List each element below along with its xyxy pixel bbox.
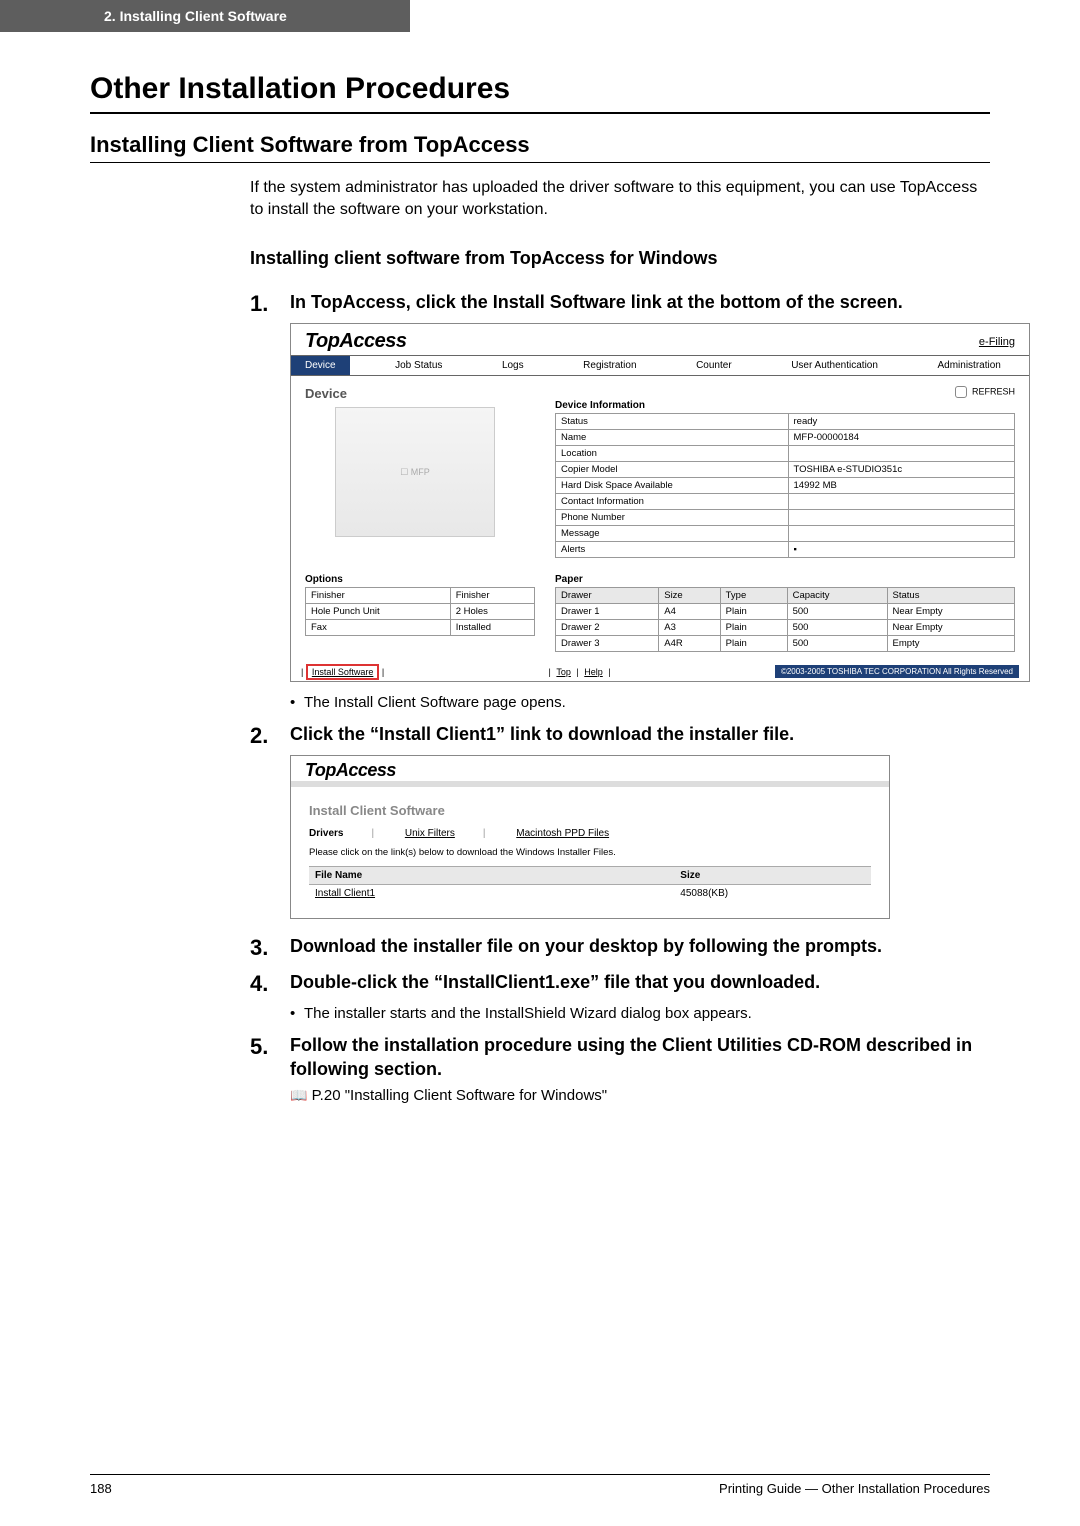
device-section-title: Device bbox=[305, 386, 535, 401]
paper-table: Drawer Size Type Capacity Status Drawer … bbox=[555, 587, 1015, 652]
copyright-text: ©2003-2005 TOSHIBA TEC CORPORATION All R… bbox=[775, 665, 1019, 678]
paper-title: Paper bbox=[555, 574, 1015, 585]
ics-file-table: File Name Size Install Client1 45088(KB) bbox=[309, 866, 871, 902]
table-row: Message bbox=[556, 526, 1015, 542]
refresh-button[interactable]: REFRESH bbox=[555, 386, 1015, 398]
step-5-reference: 📖 P.20 "Installing Client Software for W… bbox=[290, 1087, 990, 1104]
table-row: Location bbox=[556, 446, 1015, 462]
install-client1-link[interactable]: Install Client1 bbox=[309, 885, 674, 903]
file-size: 45088(KB) bbox=[674, 885, 871, 903]
printer-image-placeholder: ☐ MFP bbox=[335, 407, 495, 537]
page-footer: 188 Printing Guide — Other Installation … bbox=[90, 1474, 990, 1496]
step-text: Follow the installation procedure using … bbox=[290, 1034, 990, 1081]
step-2: 2. Click the “Install Client1” link to d… bbox=[250, 723, 990, 749]
refresh-icon bbox=[955, 386, 967, 398]
table-row: Drawer 2A3Plain500Near Empty bbox=[556, 620, 1015, 636]
tab-registration[interactable]: Registration bbox=[569, 356, 650, 375]
table-row: Drawer 3A4RPlain500Empty bbox=[556, 636, 1015, 652]
intro-paragraph: If the system administrator has uploaded… bbox=[250, 177, 990, 220]
step-text: Double-click the “InstallClient1.exe” fi… bbox=[290, 971, 820, 997]
heading-2: Installing Client Software from TopAcces… bbox=[90, 132, 990, 163]
page-number: 188 bbox=[90, 1481, 112, 1496]
tab-unix-filters[interactable]: Unix Filters bbox=[405, 828, 455, 839]
step-text: Click the “Install Client1” link to down… bbox=[290, 723, 794, 749]
table-row: Drawer 1A4Plain500Near Empty bbox=[556, 604, 1015, 620]
step-number: 4. bbox=[250, 971, 278, 997]
tab-job-status[interactable]: Job Status bbox=[381, 356, 456, 375]
tab-drivers[interactable]: Drivers bbox=[309, 828, 343, 839]
step-text: In TopAccess, click the Install Software… bbox=[290, 291, 903, 317]
tab-user-auth[interactable]: User Authentication bbox=[777, 356, 892, 375]
tab-logs[interactable]: Logs bbox=[488, 356, 538, 375]
step-5: 5. Follow the installation procedure usi… bbox=[250, 1034, 990, 1081]
table-row: Alerts▪ bbox=[556, 542, 1015, 558]
table-header-row: File Name Size bbox=[309, 867, 871, 885]
tab-mac-ppd[interactable]: Macintosh PPD Files bbox=[516, 828, 609, 839]
step-text: Download the installer file on your desk… bbox=[290, 935, 882, 961]
screenshot-install-client-software: TopAccess Install Client Software Driver… bbox=[290, 755, 890, 919]
device-info-table: Statusready NameMFP-00000184 Location Co… bbox=[555, 413, 1015, 558]
topaccess-tabs: Device Job Status Logs Registration Coun… bbox=[291, 355, 1029, 376]
step-1: 1. In TopAccess, click the Install Softw… bbox=[250, 291, 990, 317]
step-number: 5. bbox=[250, 1034, 278, 1081]
topaccess-logo: TopAccess bbox=[305, 330, 406, 353]
step-number: 3. bbox=[250, 935, 278, 961]
step-4: 4. Double-click the “InstallClient1.exe”… bbox=[250, 971, 990, 997]
ics-tabs: Drivers| Unix Filters| Macintosh PPD Fil… bbox=[309, 828, 871, 839]
tab-administration[interactable]: Administration bbox=[923, 356, 1014, 375]
book-icon: 📖 bbox=[290, 1087, 307, 1103]
table-row: Copier ModelTOSHIBA e-STUDIO351c bbox=[556, 462, 1015, 478]
step-4-sub: •The installer starts and the InstallShi… bbox=[290, 1003, 990, 1024]
step-3: 3. Download the installer file on your d… bbox=[250, 935, 990, 961]
ics-note: Please click on the link(s) below to dow… bbox=[309, 847, 871, 858]
table-row: Contact Information bbox=[556, 494, 1015, 510]
table-row: FinisherFinisher bbox=[306, 588, 535, 604]
table-row: Hole Punch Unit2 Holes bbox=[306, 604, 535, 620]
table-row: NameMFP-00000184 bbox=[556, 430, 1015, 446]
install-client-software-title: Install Client Software bbox=[309, 803, 871, 818]
heading-1: Other Installation Procedures bbox=[90, 72, 990, 114]
step-1-sub: •The Install Client Software page opens. bbox=[290, 692, 990, 713]
options-title: Options bbox=[305, 574, 535, 585]
tab-counter[interactable]: Counter bbox=[682, 356, 746, 375]
table-row: Phone Number bbox=[556, 510, 1015, 526]
step-number: 2. bbox=[250, 723, 278, 749]
table-row: Statusready bbox=[556, 414, 1015, 430]
table-row: FaxInstalled bbox=[306, 620, 535, 636]
footer-nav-links: | Top | Help | bbox=[549, 667, 611, 677]
top-link[interactable]: Top bbox=[556, 667, 571, 677]
device-info-title: Device Information bbox=[555, 400, 1015, 411]
tab-device[interactable]: Device bbox=[291, 356, 350, 375]
table-header-row: Drawer Size Type Capacity Status bbox=[556, 588, 1015, 604]
efiling-link[interactable]: e-Filing bbox=[979, 336, 1015, 348]
install-software-link[interactable]: Install Software bbox=[306, 664, 380, 680]
footer-title: Printing Guide — Other Installation Proc… bbox=[719, 1481, 990, 1496]
chapter-tab: 2. Installing Client Software bbox=[0, 0, 410, 32]
options-table: FinisherFinisher Hole Punch Unit2 Holes … bbox=[305, 587, 535, 636]
step-number: 1. bbox=[250, 291, 278, 317]
topaccess-logo: TopAccess bbox=[305, 760, 396, 780]
screenshot-topaccess-device: TopAccess e-Filing Device Job Status Log… bbox=[290, 323, 1030, 682]
help-link[interactable]: Help bbox=[584, 667, 603, 677]
refresh-label: REFRESH bbox=[972, 387, 1015, 397]
table-row: Install Client1 45088(KB) bbox=[309, 885, 871, 903]
table-row: Hard Disk Space Available14992 MB bbox=[556, 478, 1015, 494]
heading-3: Installing client software from TopAcces… bbox=[250, 248, 990, 269]
